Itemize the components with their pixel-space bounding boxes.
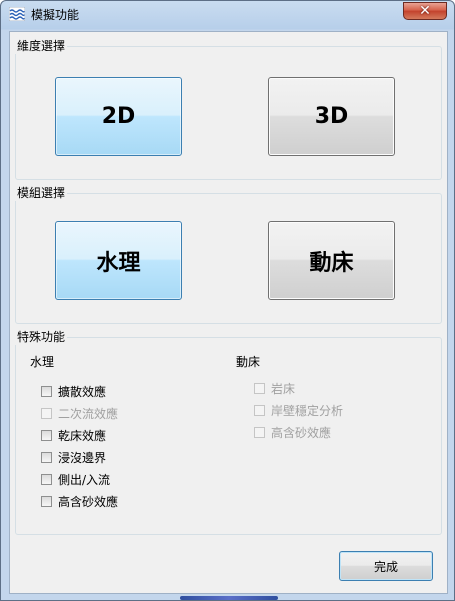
- checkbox-high-sediment[interactable]: 高含砂效應: [41, 493, 118, 509]
- checkbox-bank-stability[interactable]: 岸壁穩定分析: [254, 402, 343, 418]
- checkbox-dry-bed[interactable]: 乾床效應: [41, 427, 106, 443]
- dimension-group-label: 維度選擇: [15, 37, 68, 54]
- window-frame: 模擬功能 ✕ 維度選擇 2D 3D 模組選擇 水理 動床 特殊功能 水理 擴散效…: [0, 0, 455, 601]
- close-button[interactable]: ✕: [403, 2, 447, 20]
- checkbox-bed-high-sediment[interactable]: 高含砂效應: [254, 424, 331, 440]
- window-title: 模擬功能: [31, 8, 80, 22]
- module-water-button[interactable]: 水理: [55, 221, 182, 300]
- module-bed-button[interactable]: 動床: [268, 221, 395, 300]
- checkbox-label: 岩床: [271, 381, 296, 396]
- dimension-3d-button[interactable]: 3D: [268, 77, 395, 156]
- checkbox-diffusion[interactable]: 擴散效應: [41, 383, 106, 399]
- checkbox-box[interactable]: [41, 451, 52, 463]
- checkbox-box[interactable]: [41, 385, 52, 397]
- close-icon: ✕: [419, 3, 431, 19]
- checkbox-box[interactable]: [254, 426, 265, 438]
- checkbox-label: 浸沒邊界: [58, 450, 107, 465]
- checkbox-label: 高含砂效應: [58, 494, 119, 509]
- checkbox-label: 岸壁穩定分析: [271, 403, 344, 418]
- special-features-label: 特殊功能: [15, 328, 68, 345]
- checkbox-box[interactable]: [254, 404, 265, 416]
- checkbox-lateral-flow[interactable]: 側出/入流: [41, 471, 110, 487]
- checkbox-box[interactable]: [41, 429, 52, 441]
- checkbox-label: 高含砂效應: [271, 425, 332, 440]
- water-options-title: 水理: [30, 355, 55, 369]
- waves-icon: [9, 7, 25, 21]
- checkbox-secondary-flow[interactable]: 二次流效應: [41, 405, 118, 421]
- done-button[interactable]: 完成: [339, 551, 433, 581]
- checkbox-label: 二次流效應: [58, 406, 119, 421]
- checkbox-box[interactable]: [41, 407, 52, 419]
- bed-options-title: 動床: [236, 355, 261, 369]
- checkbox-box[interactable]: [254, 382, 265, 394]
- title-bar[interactable]: 模擬功能 ✕: [1, 1, 455, 27]
- checkbox-rock-bed[interactable]: 岩床: [254, 380, 295, 396]
- dialog-client-area: 維度選擇 2D 3D 模組選擇 水理 動床 特殊功能 水理 擴散效應 二次流效應…: [9, 31, 448, 594]
- checkbox-box[interactable]: [41, 473, 52, 485]
- taskbar-highlight: [180, 596, 278, 600]
- checkbox-immersed-boundary[interactable]: 浸沒邊界: [41, 449, 106, 465]
- checkbox-label: 乾床效應: [58, 428, 107, 443]
- checkbox-label: 擴散效應: [58, 384, 107, 399]
- dimension-2d-button[interactable]: 2D: [55, 77, 182, 156]
- checkbox-label: 側出/入流: [58, 472, 111, 487]
- module-group-label: 模組選擇: [15, 184, 68, 201]
- checkbox-box[interactable]: [41, 495, 52, 507]
